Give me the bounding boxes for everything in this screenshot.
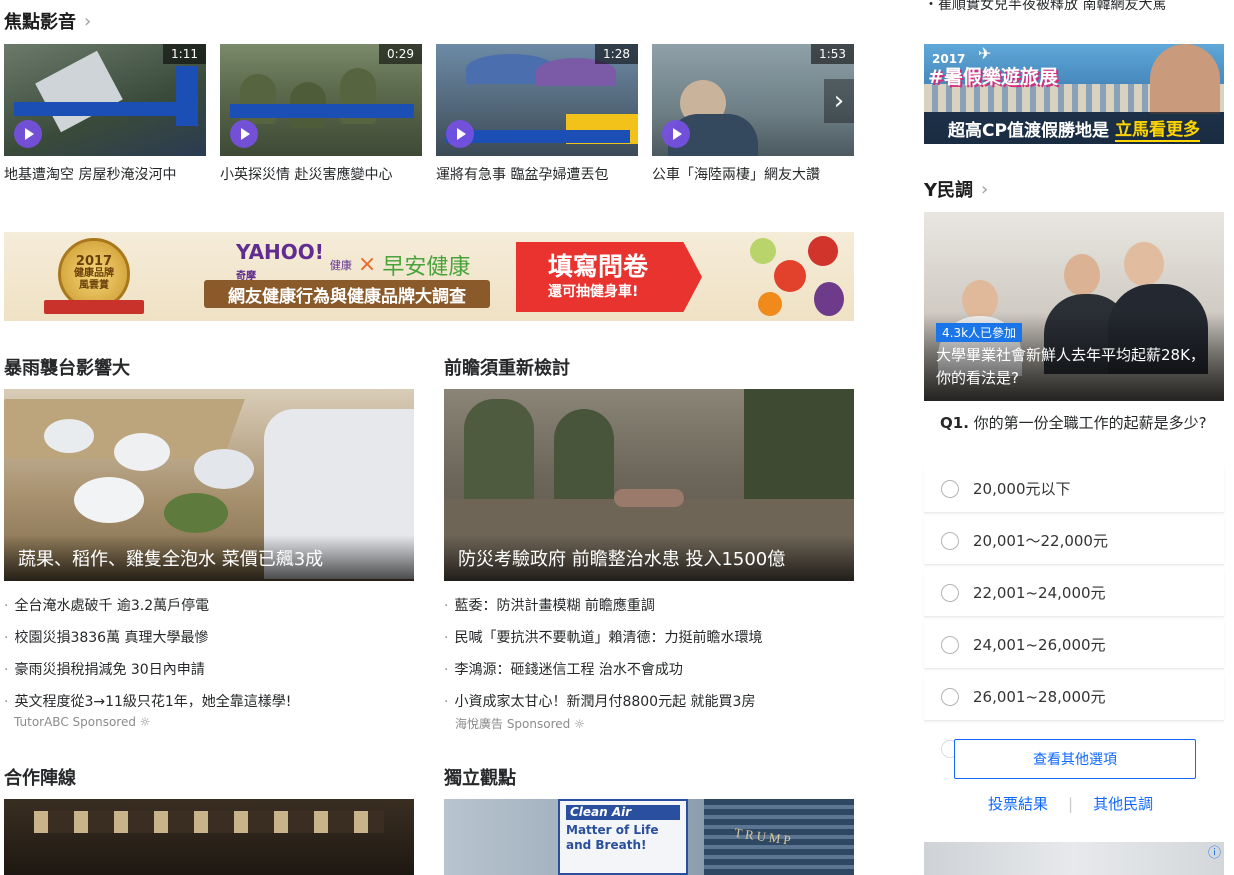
video-card[interactable]: 0:29 小英探災情 赴災害應變中心 bbox=[220, 44, 422, 184]
play-icon[interactable] bbox=[662, 120, 690, 148]
partner-logo: 早安健康 bbox=[382, 254, 471, 280]
banner-cta-main: 填寫問卷 bbox=[548, 252, 649, 281]
radio-icon[interactable] bbox=[941, 479, 959, 498]
ad-text: 超高CP值渡假勝地是 bbox=[948, 120, 1109, 141]
forward-headline[interactable]: 民喊「要抗洪不要軌道」賴清德：力挺前瞻水環境 bbox=[444, 627, 762, 647]
video-duration: 1:11 bbox=[163, 44, 206, 64]
video-thumbnail: 1:28 bbox=[436, 44, 638, 156]
storm-headline[interactable]: 全台淹水處破千 逾3.2萬戶停電 bbox=[4, 595, 209, 615]
storm-sponsor[interactable]: TutorABC Sponsored ☼ bbox=[14, 715, 151, 729]
poll-headline[interactable]: 大學畢業社會新鮮人去年平均起薪28K，你的看法是? bbox=[936, 344, 1212, 390]
forward-hero-caption[interactable]: 防災考驗政府 前瞻整治水患 投入1500億 bbox=[444, 535, 854, 581]
sponsor-label: 海悅廣告 Sponsored bbox=[455, 717, 571, 731]
fruit-decoration-icon bbox=[744, 232, 854, 321]
badge-year: 2017 bbox=[75, 254, 113, 269]
radio-icon[interactable] bbox=[941, 583, 959, 602]
ad-cta[interactable]: 立馬看更多 bbox=[1114, 115, 1200, 142]
storm-headline[interactable]: 校園災損3836萬 真理大學最慘 bbox=[4, 627, 208, 647]
banner-cta[interactable]: 填寫問卷 還可抽健身車! bbox=[516, 242, 702, 312]
video-thumbnail: 1:11 bbox=[4, 44, 206, 156]
video-duration: 0:29 bbox=[379, 44, 422, 64]
option-label: 22,001~24,000元 bbox=[973, 584, 1106, 602]
poll-results-link[interactable]: 投票結果 bbox=[988, 793, 1048, 814]
radio-icon[interactable] bbox=[941, 531, 959, 550]
video-caption[interactable]: 公車「海陸兩棲」網友大讚 bbox=[652, 164, 854, 184]
option-label: 20,001～22,000元 bbox=[973, 532, 1108, 550]
banner-cta-sub: 還可抽健身車! bbox=[548, 284, 639, 300]
option-label: 24,001~26,000元 bbox=[973, 636, 1106, 654]
poll-option[interactable]: 26,001~28,000元 bbox=[924, 673, 1224, 721]
question-text: 你的第一份全職工作的起薪是多少? bbox=[973, 414, 1207, 432]
partners-hero[interactable] bbox=[4, 799, 414, 875]
forward-headline[interactable]: 藍委：防洪計畫模糊 前瞻應重調 bbox=[444, 595, 654, 615]
airplane-icon: ✈ bbox=[978, 44, 992, 63]
side-travel-ad[interactable]: 2017 #暑假樂遊旅展 ✈ 超高CP值渡假勝地是 立馬看更多 bbox=[924, 44, 1224, 144]
play-icon[interactable] bbox=[14, 120, 42, 148]
chevron-right-icon: › bbox=[84, 10, 92, 32]
bottom-right-ad[interactable]: ⓘ bbox=[924, 842, 1224, 875]
award-badge-icon: 2017 健康品牌 風雲賞 bbox=[38, 238, 150, 316]
video-caption[interactable]: 地基遭淘空 房屋秒淹沒河中 bbox=[4, 164, 206, 184]
sun-icon: ☼ bbox=[139, 715, 151, 729]
poll-option[interactable]: 22,001~24,000元 bbox=[924, 569, 1224, 617]
storm-hero[interactable]: 蔬果、稻作、雞隻全泡水 菜價已飆3成 bbox=[4, 389, 414, 581]
sign-brand: Clean Air bbox=[566, 805, 680, 820]
yahoo-health-label: 健康 bbox=[329, 258, 352, 272]
carousel-next-icon[interactable]: › bbox=[824, 79, 854, 123]
opinion-hero[interactable]: Clean Air Matter of Life and Breath! TRU… bbox=[444, 799, 854, 875]
video-card[interactable]: 1:11 地基遭淘空 房屋秒淹沒河中 bbox=[4, 44, 206, 184]
video-caption[interactable]: 運將有急事 臨盆孕婦遭丟包 bbox=[436, 164, 638, 184]
badge-line2: 風雲賞 bbox=[79, 280, 109, 291]
storm-hero-caption[interactable]: 蔬果、稻作、雞隻全泡水 菜價已飆3成 bbox=[4, 535, 414, 581]
radio-icon[interactable] bbox=[941, 635, 959, 654]
poll-participants-badge: 4.3k人已參加 bbox=[936, 323, 1023, 342]
storm-sponsored-headline[interactable]: 英文程度從3→11級只花1年，她全靠這樣學! bbox=[4, 691, 291, 711]
partners-section-title[interactable]: 合作陣線 bbox=[4, 764, 76, 790]
video-caption[interactable]: 小英探災情 赴災害應變中心 bbox=[220, 164, 422, 184]
focus-section-title[interactable]: 焦點影音 › bbox=[4, 8, 91, 34]
video-thumbnail: 0:29 bbox=[220, 44, 422, 156]
question-label: Q1. bbox=[940, 414, 969, 432]
forward-headline[interactable]: 李鴻源：砸錢迷信工程 治水不會成功 bbox=[444, 659, 682, 679]
option-label: 20,000元以下 bbox=[973, 480, 1071, 498]
storm-section-title[interactable]: 暴雨襲台影響大 bbox=[4, 354, 130, 380]
poll-question: Q1. 你的第一份全職工作的起薪是多少? bbox=[940, 412, 1210, 435]
poll-hero[interactable]: 4.3k人已參加 大學畢業社會新鮮人去年平均起薪28K，你的看法是? bbox=[924, 212, 1224, 401]
ad-headline: #暑假樂遊旅展 bbox=[928, 66, 1058, 88]
forward-sponsor[interactable]: 海悅廣告 Sponsored ☼ bbox=[455, 715, 585, 732]
play-icon[interactable] bbox=[446, 120, 474, 148]
forward-section-title[interactable]: 前瞻須重新檢討 bbox=[444, 354, 570, 380]
badge-line1: 健康品牌 bbox=[74, 268, 114, 279]
radio-icon[interactable] bbox=[941, 687, 959, 706]
poll-title: Y民調 bbox=[924, 180, 974, 201]
focus-title: 焦點影音 bbox=[4, 12, 76, 33]
poll-option[interactable]: 24,001~26,000元 bbox=[924, 621, 1224, 669]
video-duration: 1:53 bbox=[811, 44, 854, 64]
play-icon[interactable] bbox=[230, 120, 258, 148]
forward-sponsored-headline[interactable]: 小資成家太甘心！新潤月付8800元起 就能買3房 bbox=[444, 691, 755, 711]
banner-subtitle: 網友健康行為與健康品牌大調查 bbox=[204, 280, 490, 308]
sun-icon: ☼ bbox=[574, 717, 585, 731]
forward-hero[interactable]: 防災考驗政府 前瞻整治水患 投入1500億 bbox=[444, 389, 854, 581]
sponsor-label: TutorABC Sponsored bbox=[14, 715, 136, 729]
opinion-section-title[interactable]: 獨立觀點 bbox=[444, 764, 516, 790]
video-duration: 1:28 bbox=[595, 44, 638, 64]
video-card[interactable]: 1:28 運將有急事 臨盆孕婦遭丟包 bbox=[436, 44, 638, 184]
storm-headline[interactable]: 豪雨災損稅捐減免 30日內申請 bbox=[4, 659, 204, 679]
option-label: 26,001~28,000元 bbox=[973, 688, 1106, 706]
health-survey-banner[interactable]: 2017 健康品牌 風雲賞 YAHOO! 奇摩 健康 × 早安健康 網友健康行為與… bbox=[4, 232, 854, 321]
side-top-headline[interactable]: ・崔順實女兒半夜被釋放 南韓網友大罵 bbox=[924, 0, 1166, 14]
poll-option[interactable]: 20,000元以下 bbox=[924, 465, 1224, 513]
protest-sign: Clean Air Matter of Life and Breath! bbox=[558, 799, 688, 875]
adchoices-icon[interactable]: ⓘ bbox=[1208, 842, 1221, 861]
poll-section-title[interactable]: Y民調 › bbox=[924, 176, 988, 202]
more-options-button[interactable]: 查看其他選項 bbox=[954, 739, 1196, 779]
chevron-right-icon: › bbox=[981, 178, 989, 200]
other-polls-link[interactable]: 其他民調 bbox=[1093, 793, 1153, 814]
poll-option[interactable]: 20,001～22,000元 bbox=[924, 517, 1224, 565]
times-symbol: × bbox=[357, 252, 377, 277]
sign-slogan: Matter of Life and Breath! bbox=[566, 823, 659, 852]
link-divider: | bbox=[1068, 794, 1074, 813]
